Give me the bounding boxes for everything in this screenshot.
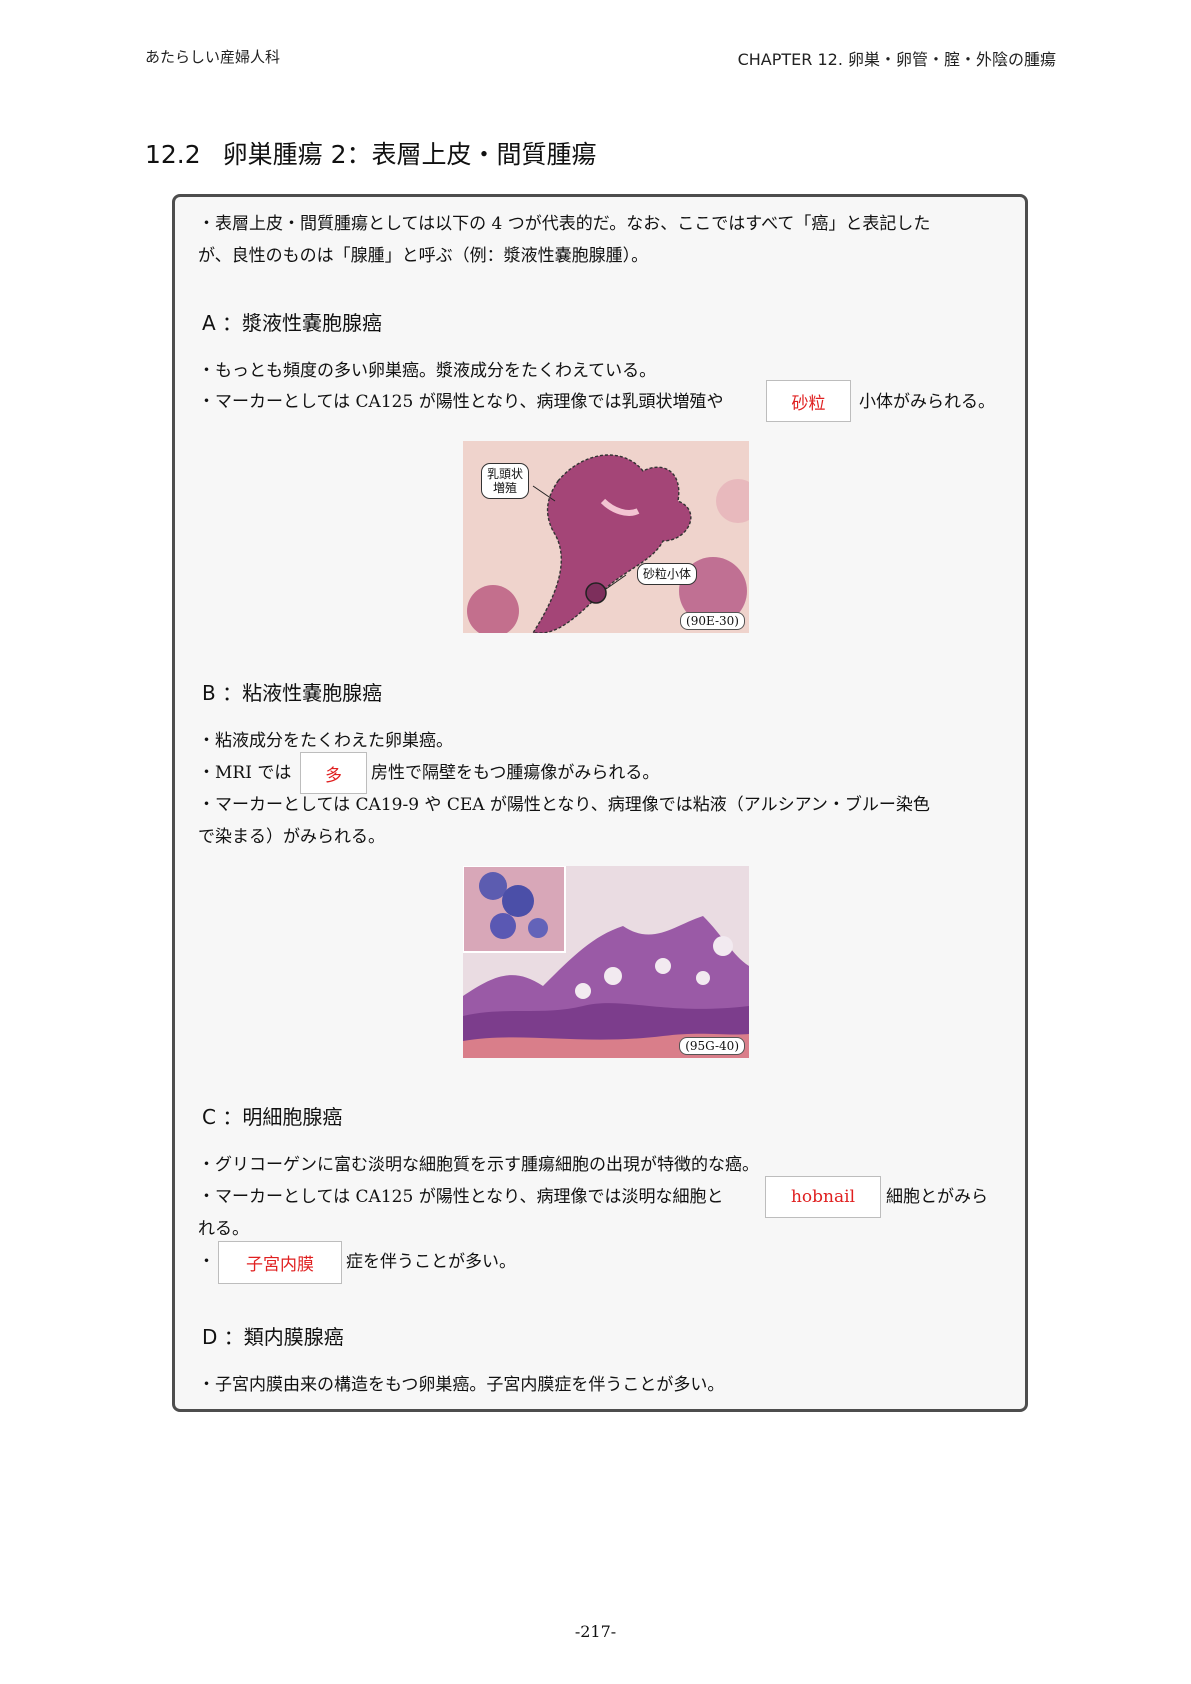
fill-in-blank-psammoma[interactable]: 砂粒 — [766, 380, 851, 422]
serous-line-1: ・もっとも頻度の多い卵巣癌。漿液成分をたくわえている。 — [198, 361, 657, 381]
clear-cell-line-4-post: 症を伴うことが多い。 — [346, 1252, 516, 1272]
figure-code-serous: (90E-30) — [680, 612, 745, 630]
serous-line-2-pre: ・マーカーとしては CA125 が陽性となり、病理像では乳頭状増殖や — [198, 392, 724, 412]
mucinous-line-2-post: 房性で隔壁をもつ腫瘍像がみられる。 — [371, 763, 660, 783]
section-title-text: 卵巣腫瘍 2：表層上皮・間質腫瘍 — [222, 140, 597, 169]
heading-endometrioid-adenocarcinoma: D ：類内膜腺癌 — [202, 1325, 344, 1349]
mucinous-line-2-pre: ・MRI では — [198, 763, 292, 783]
clear-cell-line-3: れる。 — [198, 1219, 249, 1239]
running-head-book-title: あたらしい産婦人科 — [145, 48, 281, 66]
histology-photo-serous: 乳頭状 増殖 砂粒小体 (90E-30) — [463, 441, 749, 633]
clear-cell-line-1: ・グリコーゲンに富む淡明な細胞質を示す腫瘍細胞の出現が特徴的な癌。 — [198, 1155, 759, 1175]
fill-in-blank-hobnail[interactable]: hobnail — [765, 1176, 881, 1218]
page-number: -217- — [574, 1622, 617, 1641]
fill-in-blank-multilocular[interactable]: 多 — [300, 752, 367, 794]
mucinous-line-4: で染まる）がみられる。 — [198, 827, 385, 847]
mucinous-line-1: ・粘液成分をたくわえた卵巣癌。 — [198, 731, 453, 751]
mucinous-line-3: ・マーカーとしては CA19-9 や CEA が陽性となり、病理像では粘液（アル… — [198, 795, 930, 815]
clear-cell-line-2-post: 細胞とがみら — [886, 1187, 988, 1207]
fill-in-blank-endometriosis[interactable]: 子宮内膜 — [218, 1241, 342, 1284]
heading-serous-cystadenocarcinoma: A ：漿液性嚢胞腺癌 — [202, 311, 383, 335]
endometrioid-line-1: ・子宮内膜由来の構造をもつ卵巣癌。子宮内膜症を伴うことが多い。 — [198, 1375, 725, 1395]
label-psammoma-body: 砂粒小体 — [637, 563, 698, 585]
running-head-chapter: CHAPTER 12. 卵巣・卵管・腟・外陰の腫瘍 — [737, 50, 1056, 69]
mucinous-histology-image — [463, 866, 749, 1058]
clear-cell-line-4-pre: ・ — [198, 1252, 215, 1272]
label-papillary-proliferation: 乳頭状 増殖 — [481, 463, 530, 499]
intro-line-1: ・表層上皮・間質腫瘍としては以下の 4 つが代表的だ。なお、ここではすべて「癌」… — [198, 214, 931, 234]
heading-mucinous-cystadenocarcinoma: B ：粘液性嚢胞腺癌 — [202, 681, 383, 705]
serous-line-2-post: 小体がみられる。 — [859, 392, 995, 412]
section-number: 12.2 — [145, 140, 201, 169]
heading-clear-cell-adenocarcinoma: C ：明細胞腺癌 — [202, 1105, 343, 1129]
section-title: 12.2 卵巣腫瘍 2：表層上皮・間質腫瘍 — [145, 135, 597, 171]
clear-cell-line-2-pre: ・マーカーとしては CA125 が陽性となり、病理像では淡明な細胞と — [198, 1187, 724, 1207]
intro-line-2: が、良性のものは「腺腫」と呼ぶ（例：漿液性嚢胞腺腫）。 — [198, 246, 649, 266]
histology-photo-mucinous: (95G-40) — [463, 866, 749, 1058]
figure-code-mucinous: (95G-40) — [679, 1037, 745, 1055]
